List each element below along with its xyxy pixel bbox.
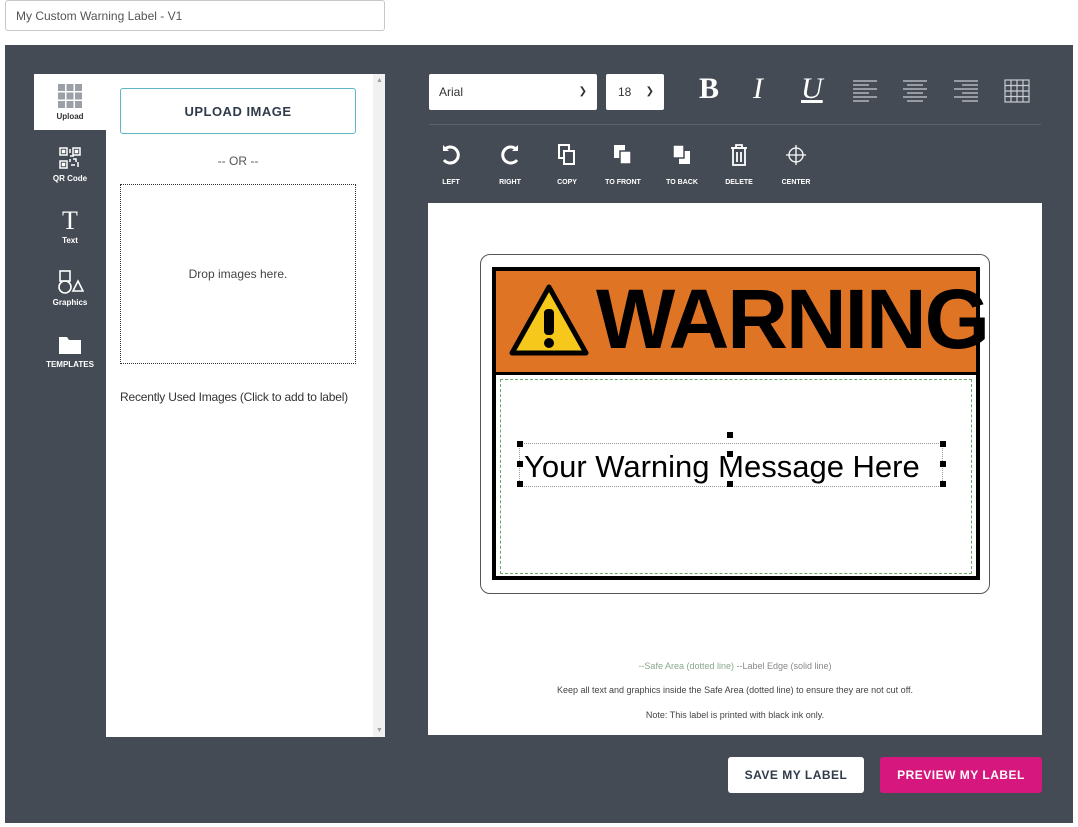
panel-scrollbar[interactable]: ▲ ▼: [373, 74, 385, 737]
sidebar-item-upload[interactable]: Upload: [34, 74, 106, 130]
upload-panel: UPLOAD IMAGE -- OR -- Drop images here. …: [106, 74, 385, 737]
area-legend: --Safe Area (dotted line) --Label Edge (…: [428, 661, 1042, 671]
resize-handle[interactable]: [940, 481, 946, 487]
rotate-right-icon: [501, 145, 519, 165]
bring-front-icon: [614, 145, 632, 165]
text-icon: T: [62, 206, 78, 234]
underline-button[interactable]: U: [801, 72, 823, 106]
ink-note: Note: This label is printed with black i…: [645, 710, 825, 720]
sidebar-item-label: Text: [62, 236, 78, 245]
copy-icon: [558, 144, 575, 165]
folder-icon: [59, 337, 81, 354]
resize-handle[interactable]: [940, 461, 946, 467]
crosshair-icon: [786, 145, 806, 165]
trash-icon: [731, 144, 747, 166]
upload-image-button[interactable]: UPLOAD IMAGE: [120, 88, 356, 134]
to-back-button[interactable]: TO BACK: [657, 143, 707, 189]
chevron-down-icon: ❯: [578, 86, 587, 97]
qr-code-icon: [59, 147, 81, 169]
warning-header[interactable]: WARNING: [496, 271, 990, 375]
delete-button[interactable]: DELETE: [714, 143, 764, 189]
copy-button[interactable]: COPY: [542, 143, 592, 189]
align-left-icon[interactable]: [852, 79, 878, 103]
safe-area-legend: --Safe Area (dotted line): [638, 661, 734, 671]
sidebar-item-qr-code[interactable]: QR Code: [34, 136, 106, 192]
sidebar-item-label: Graphics: [52, 298, 88, 307]
resize-handle[interactable]: [517, 481, 523, 487]
scroll-up-icon[interactable]: ▲: [376, 77, 383, 84]
sidebar-item-label: QR Code: [52, 174, 88, 183]
sidebar-item-label: TEMPLATES: [46, 360, 94, 369]
italic-button[interactable]: I: [753, 72, 763, 106]
sidebar-item-label: Upload: [56, 112, 84, 121]
action-label: CENTER: [781, 179, 811, 186]
to-front-button[interactable]: TO FRONT: [598, 143, 648, 189]
scroll-down-icon[interactable]: ▼: [376, 727, 383, 734]
safe-area-instruction: Keep all text and graphics inside the Sa…: [556, 685, 914, 695]
font-family-value: Arial: [439, 85, 464, 99]
chevron-down-icon: ❯: [645, 86, 654, 97]
svg-text:T: T: [62, 206, 78, 234]
resize-handle[interactable]: [727, 481, 733, 487]
dropzone-text: Drop images here.: [188, 267, 288, 281]
font-family-select[interactable]: Arial ❯: [429, 74, 597, 110]
sidebar-item-text[interactable]: T Text: [34, 198, 106, 254]
font-size-value: 18: [618, 85, 632, 99]
grid-icon: [58, 84, 82, 108]
grid-toggle-icon[interactable]: [1004, 79, 1030, 103]
action-label: DELETE: [725, 179, 753, 186]
center-button[interactable]: CENTER: [771, 143, 821, 189]
resize-handle[interactable]: [517, 441, 523, 447]
action-label: TO FRONT: [605, 179, 641, 186]
action-label: TO BACK: [666, 179, 698, 186]
align-center-icon[interactable]: [902, 79, 928, 103]
font-size-select[interactable]: 18 ❯: [606, 74, 664, 110]
action-label: LEFT: [442, 179, 460, 186]
shapes-icon: [58, 270, 84, 294]
resize-handle[interactable]: [727, 451, 733, 457]
toolbar-divider: [429, 124, 1041, 125]
rotate-left-button[interactable]: LEFT: [426, 143, 476, 189]
bold-button[interactable]: B: [699, 72, 719, 106]
rotate-right-button[interactable]: RIGHT: [485, 143, 535, 189]
warning-message-text[interactable]: Your Warning Message Here: [524, 451, 946, 482]
sidebar-item-graphics[interactable]: Graphics: [34, 260, 106, 316]
warning-label: WARNING Your Warning Message Here: [492, 267, 990, 580]
tool-sidebar: Upload QR Code T Text Graphics TEMPLATES: [34, 74, 106, 737]
label-canvas[interactable]: WARNING Your Warning Message Here --Safe…: [428, 203, 1042, 735]
warning-header-text: WARNING: [596, 272, 990, 366]
recent-images-heading: Recently Used Images (Click to add to la…: [120, 390, 348, 404]
label-name-input[interactable]: [5, 0, 385, 31]
image-dropzone[interactable]: Drop images here.: [120, 184, 356, 364]
resize-handle[interactable]: [517, 461, 523, 467]
preview-label-button[interactable]: PREVIEW MY LABEL: [880, 757, 1042, 793]
or-divider: -- OR --: [217, 154, 259, 168]
send-back-icon: [672, 144, 690, 164]
resize-handle[interactable]: [940, 441, 946, 447]
action-label: RIGHT: [499, 179, 521, 186]
action-label: COPY: [557, 179, 577, 186]
rotate-handle[interactable]: [727, 432, 733, 438]
rotate-left-icon: [442, 145, 460, 165]
save-label-button[interactable]: SAVE MY LABEL: [728, 757, 864, 793]
sidebar-item-templates[interactable]: TEMPLATES: [34, 322, 106, 378]
warning-triangle-icon: [509, 284, 589, 356]
label-edge-legend: --Label Edge (solid line): [734, 661, 832, 671]
label-editor: Upload QR Code T Text Graphics TEMPLATES…: [5, 45, 1073, 823]
align-right-icon[interactable]: [953, 79, 979, 103]
